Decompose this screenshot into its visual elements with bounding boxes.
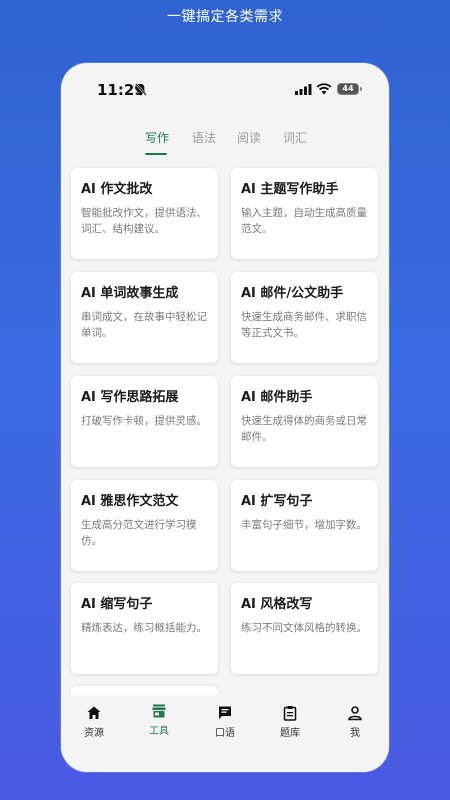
nav-label: 资源 bbox=[84, 728, 104, 739]
card-description: 输入主题，自动生成高质量范文。 bbox=[241, 207, 367, 235]
status-bar: 11:29 44 bbox=[61, 63, 389, 117]
nav-label: 口语 bbox=[215, 728, 235, 739]
tool-card-shorten-sentence[interactable]: AI 缩写句子 精炼表达，练习概括能力。 bbox=[71, 583, 218, 674]
card-title: AI 作文批改 bbox=[81, 182, 153, 197]
card-description: 串词成文，在故事中轻松记单词。 bbox=[81, 311, 207, 339]
chat-icon bbox=[219, 706, 231, 719]
tool-card-email-assistant[interactable]: AI 邮件助手 快速生成得体的商务或日常邮件。 bbox=[231, 376, 378, 467]
card-title: AI 邮件助手 bbox=[241, 390, 313, 405]
nav-label: 我 bbox=[350, 728, 360, 739]
wifi-icon bbox=[316, 83, 332, 95]
nav-item-question-bank[interactable]: 题库 bbox=[265, 705, 315, 739]
nav-item-tools[interactable]: 工具 bbox=[134, 703, 184, 737]
nav-item-speaking[interactable]: 口语 bbox=[200, 705, 250, 739]
card-description: 打破写作卡顿，提供灵感。 bbox=[81, 415, 207, 427]
card-title: AI 风格改写 bbox=[241, 597, 313, 612]
card-description: 练习不同文体风格的转换。 bbox=[241, 622, 367, 634]
promo-caption: 一键搞定各类需求 bbox=[167, 9, 283, 25]
person-icon bbox=[348, 706, 362, 721]
bell-off-icon bbox=[135, 83, 147, 96]
nav-item-me[interactable]: 我 bbox=[330, 705, 380, 739]
card-description: 智能批改作文，提供语法、词汇、结构建议。 bbox=[81, 207, 207, 235]
card-title: AI 写作思路拓展 bbox=[81, 390, 179, 405]
card-description: 丰富句子细节，增加字数。 bbox=[241, 519, 367, 531]
card-title: AI 雅思作文范文 bbox=[81, 494, 179, 509]
tool-card-essay-correction[interactable]: AI 作文批改 智能批改作文，提供语法、词汇、结构建议。 bbox=[71, 168, 218, 259]
card-title: AI 缩写句子 bbox=[81, 597, 153, 612]
nav-item-resources[interactable]: 资源 bbox=[69, 705, 119, 739]
tab-grammar[interactable]: 语法 bbox=[192, 129, 216, 146]
battery-tip bbox=[360, 87, 362, 91]
card-title: AI 主题写作助手 bbox=[241, 182, 339, 197]
clipboard-icon bbox=[283, 706, 297, 721]
tab-reading[interactable]: 阅读 bbox=[237, 129, 261, 146]
card-description: 精炼表达，练习概括能力。 bbox=[81, 622, 207, 634]
tool-card-idea-expansion[interactable]: AI 写作思路拓展 打破写作卡顿，提供灵感。 bbox=[71, 376, 218, 467]
tool-card-word-story[interactable]: AI 单词故事生成 串词成文，在故事中轻松记单词。 bbox=[71, 272, 218, 363]
tab-active-indicator bbox=[145, 153, 167, 155]
nav-label: 题库 bbox=[280, 728, 300, 739]
signal-icon bbox=[295, 84, 312, 95]
card-description: 生成高分范文进行学习模仿。 bbox=[81, 519, 197, 547]
bottom-nav: 资源 工具 口语 题库 我 bbox=[61, 695, 389, 772]
phone-frame: 11:29 44 写作 语法 阅读 词汇 AI 作文批改 智能批改作文，提供语法… bbox=[61, 63, 389, 772]
tool-card-topic-writing[interactable]: AI 主题写作助手 输入主题，自动生成高质量范文。 bbox=[231, 168, 378, 259]
card-title: AI 单词故事生成 bbox=[81, 286, 179, 301]
tool-card-ielts-essay[interactable]: AI 雅思作文范文 生成高分范文进行学习模仿。 bbox=[71, 480, 218, 571]
tab-writing[interactable]: 写作 bbox=[145, 129, 169, 146]
battery-level: 44 bbox=[342, 84, 354, 93]
tab-vocabulary[interactable]: 词汇 bbox=[283, 129, 307, 146]
store-icon bbox=[152, 704, 166, 718]
tool-card-style-rewrite[interactable]: AI 风格改写 练习不同文体风格的转换。 bbox=[231, 583, 378, 674]
tool-card-expand-sentence[interactable]: AI 扩写句子 丰富句子细节，增加字数。 bbox=[231, 480, 378, 571]
category-tabs: 写作 语法 阅读 词汇 bbox=[61, 129, 389, 159]
card-title: AI 邮件/公文助手 bbox=[241, 286, 344, 301]
card-description: 快速生成得体的商务或日常邮件。 bbox=[241, 415, 367, 443]
battery-indicator: 44 bbox=[337, 83, 359, 95]
nav-label: 工具 bbox=[149, 726, 169, 737]
tool-card-official-email[interactable]: AI 邮件/公文助手 快速生成商务邮件、求职信等正式文书。 bbox=[231, 272, 378, 363]
card-description: 快速生成商务邮件、求职信等正式文书。 bbox=[241, 311, 367, 339]
home-icon bbox=[87, 706, 101, 719]
card-title: AI 扩写句子 bbox=[241, 494, 313, 509]
